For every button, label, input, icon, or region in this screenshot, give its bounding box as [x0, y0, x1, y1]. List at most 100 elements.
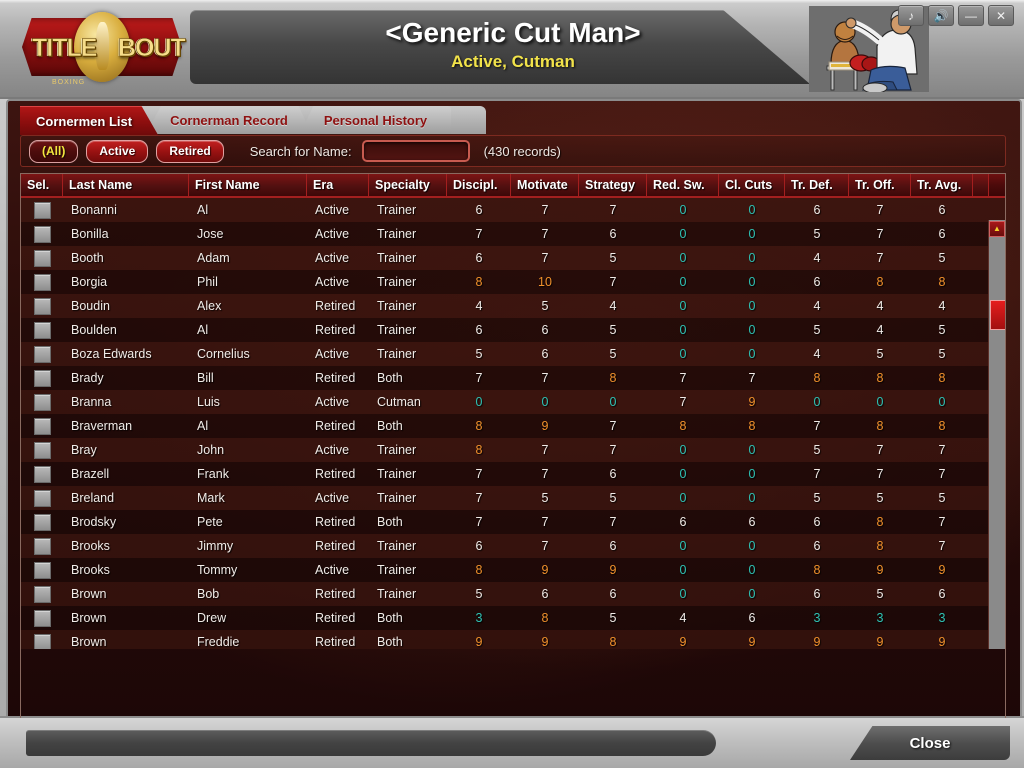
row-select-checkbox[interactable] — [33, 321, 51, 339]
table-row[interactable]: Bray John Active Trainer 8 7 7 0 0 5 7 7 — [21, 438, 1005, 462]
sound-icon[interactable]: 🔊 — [928, 5, 954, 26]
cell-trdef: 0 — [813, 395, 821, 409]
filter-active-button[interactable]: Active — [86, 139, 149, 163]
filter-retired-button[interactable]: Retired — [156, 139, 224, 163]
tab-cornermen-list[interactable]: Cornermen List — [20, 106, 159, 135]
vertical-scrollbar[interactable]: ▲ ▼ — [988, 220, 1005, 649]
cell-motivate: 7 — [541, 227, 549, 241]
cell-specialty: Trainer — [377, 587, 417, 601]
row-select-checkbox[interactable] — [33, 417, 51, 435]
scroll-up-arrow-icon[interactable]: ▲ — [989, 221, 1005, 237]
cell-trdef: 7 — [813, 419, 821, 433]
grid-column-header[interactable]: Motivate — [511, 174, 579, 196]
cell-travg: 9 — [938, 635, 946, 649]
table-row[interactable]: Bonilla Jose Active Trainer 7 7 6 0 0 5 7 6 — [21, 222, 1005, 246]
row-select-checkbox[interactable] — [33, 465, 51, 483]
cell-first: Adam — [197, 251, 230, 265]
table-row[interactable]: Booth Adam Active Trainer 6 7 5 0 0 4 7 5 — [21, 246, 1005, 270]
table-row[interactable]: Boulden Al Retired Trainer 6 6 5 0 0 5 4 5 — [21, 318, 1005, 342]
cell-last: Bonanni — [71, 203, 117, 217]
cell-specialty: Both — [377, 515, 403, 529]
row-select-checkbox[interactable] — [33, 561, 51, 579]
cell-clcuts: 0 — [748, 587, 756, 601]
scrollbar-thumb[interactable] — [990, 300, 1005, 330]
table-row[interactable]: Breland Mark Active Trainer 7 5 5 0 0 5 5 5 — [21, 486, 1005, 510]
row-select-checkbox[interactable] — [33, 585, 51, 603]
row-select-checkbox[interactable] — [33, 393, 51, 411]
row-select-checkbox[interactable] — [33, 249, 51, 267]
table-row[interactable]: Brown Bob Retired Trainer 5 6 6 0 0 6 5 6 — [21, 582, 1005, 606]
row-select-checkbox[interactable] — [33, 609, 51, 627]
row-select-checkbox[interactable] — [33, 489, 51, 507]
cell-trdef: 5 — [813, 323, 821, 337]
cell-clcuts: 0 — [748, 275, 756, 289]
grid-column-header[interactable]: Tr. Def. — [785, 174, 849, 196]
grid-column-header[interactable]: Last Name — [63, 174, 189, 196]
table-row[interactable]: Branna Luis Active Cutman 0 0 0 7 9 0 0 0 — [21, 390, 1005, 414]
cell-last: Boza Edwards — [71, 347, 152, 361]
grid-column-header[interactable]: Cl. Cuts — [719, 174, 785, 196]
row-select-checkbox[interactable] — [33, 273, 51, 291]
music-icon[interactable]: ♪ — [898, 5, 924, 26]
table-row[interactable]: Bonanni Al Active Trainer 6 7 7 0 0 6 7 6 — [21, 198, 1005, 222]
cell-strategy: 0 — [609, 395, 617, 409]
filter-bar: (All) Active Retired Search for Name: (4… — [20, 135, 1006, 167]
cell-first: Pete — [197, 515, 223, 529]
row-select-checkbox[interactable] — [33, 633, 51, 649]
grid-column-header[interactable]: Sel. — [21, 174, 63, 196]
row-select-checkbox[interactable] — [33, 441, 51, 459]
table-row[interactable]: Brazell Frank Retired Trainer 7 7 6 0 0 7 7 7 — [21, 462, 1005, 486]
cell-trdef: 5 — [813, 443, 821, 457]
table-row[interactable]: Brooks Tommy Active Trainer 8 9 9 0 0 8 9 9 — [21, 558, 1005, 582]
minimize-icon[interactable]: — — [958, 5, 984, 26]
grid-column-header[interactable]: Era — [307, 174, 369, 196]
table-row[interactable]: Brown Freddie Retired Both 9 9 8 9 9 9 9 9 — [21, 630, 1005, 649]
close-icon[interactable]: ✕ — [988, 5, 1014, 26]
grid-column-header[interactable]: Specialty — [369, 174, 447, 196]
cell-strategy: 8 — [609, 371, 617, 385]
row-select-checkbox[interactable] — [33, 297, 51, 315]
search-input-wrapper[interactable] — [361, 140, 470, 162]
tab-cornerman-record[interactable]: Cornerman Record — [146, 106, 312, 134]
grid-column-header[interactable]: Discipl. — [447, 174, 511, 196]
cell-trdef: 6 — [813, 587, 821, 601]
tab-personal-history[interactable]: Personal History — [299, 106, 452, 134]
cell-troff: 7 — [876, 467, 884, 481]
cell-era: Active — [315, 251, 350, 265]
table-row[interactable]: Brown Drew Retired Both 3 8 5 4 6 3 3 3 — [21, 606, 1005, 630]
table-row[interactable]: Brodsky Pete Retired Both 7 7 7 6 6 6 8 7 — [21, 510, 1005, 534]
cell-last: Brooks — [71, 539, 110, 553]
table-row[interactable]: Boza Edwards Cornelius Active Trainer 5 6 5 0 0 4… — [21, 342, 1005, 366]
cell-last: Booth — [71, 251, 104, 265]
cell-strategy: 6 — [609, 587, 617, 601]
cell-last: Borgia — [71, 275, 108, 289]
table-row[interactable]: Braverman Al Retired Both 8 9 7 8 8 7 8 8 — [21, 414, 1005, 438]
cell-last: Branna — [71, 395, 112, 409]
cell-discipl: 8 — [475, 419, 483, 433]
grid-column-header[interactable]: Red. Sw. — [647, 174, 719, 196]
table-row[interactable]: Boudin Alex Retired Trainer 4 5 4 0 0 4 4 4 — [21, 294, 1005, 318]
cell-clcuts: 0 — [748, 563, 756, 577]
table-row[interactable]: Brooks Jimmy Retired Trainer 6 7 6 0 0 6 8 7 — [21, 534, 1005, 558]
row-select-checkbox[interactable] — [33, 201, 51, 219]
cell-troff: 5 — [876, 347, 884, 361]
row-select-checkbox-cell — [21, 414, 63, 438]
close-button[interactable]: Close — [850, 726, 1010, 760]
row-select-checkbox[interactable] — [33, 369, 51, 387]
row-select-checkbox[interactable] — [33, 345, 51, 363]
row-select-checkbox[interactable] — [33, 537, 51, 555]
table-row[interactable]: Brady Bill Retired Both 7 7 8 7 7 8 8 8 — [21, 366, 1005, 390]
cell-redsw: 0 — [679, 539, 687, 553]
grid-column-header[interactable]: Tr. Avg. — [911, 174, 973, 196]
cell-travg: 7 — [938, 467, 946, 481]
cell-clcuts: 9 — [748, 635, 756, 649]
grid-column-header[interactable]: Tr. Off. — [849, 174, 911, 196]
row-select-checkbox[interactable] — [33, 225, 51, 243]
grid-column-header[interactable]: First Name — [189, 174, 307, 196]
scrollbar-track[interactable] — [990, 238, 1005, 649]
row-select-checkbox[interactable] — [33, 513, 51, 531]
filter-all-button[interactable]: (All) — [29, 139, 79, 163]
table-row[interactable]: Borgia Phil Active Trainer 8 10 7 0 0 6 8 8 — [21, 270, 1005, 294]
search-input[interactable] — [363, 142, 468, 160]
grid-column-header[interactable]: Strategy — [579, 174, 647, 196]
